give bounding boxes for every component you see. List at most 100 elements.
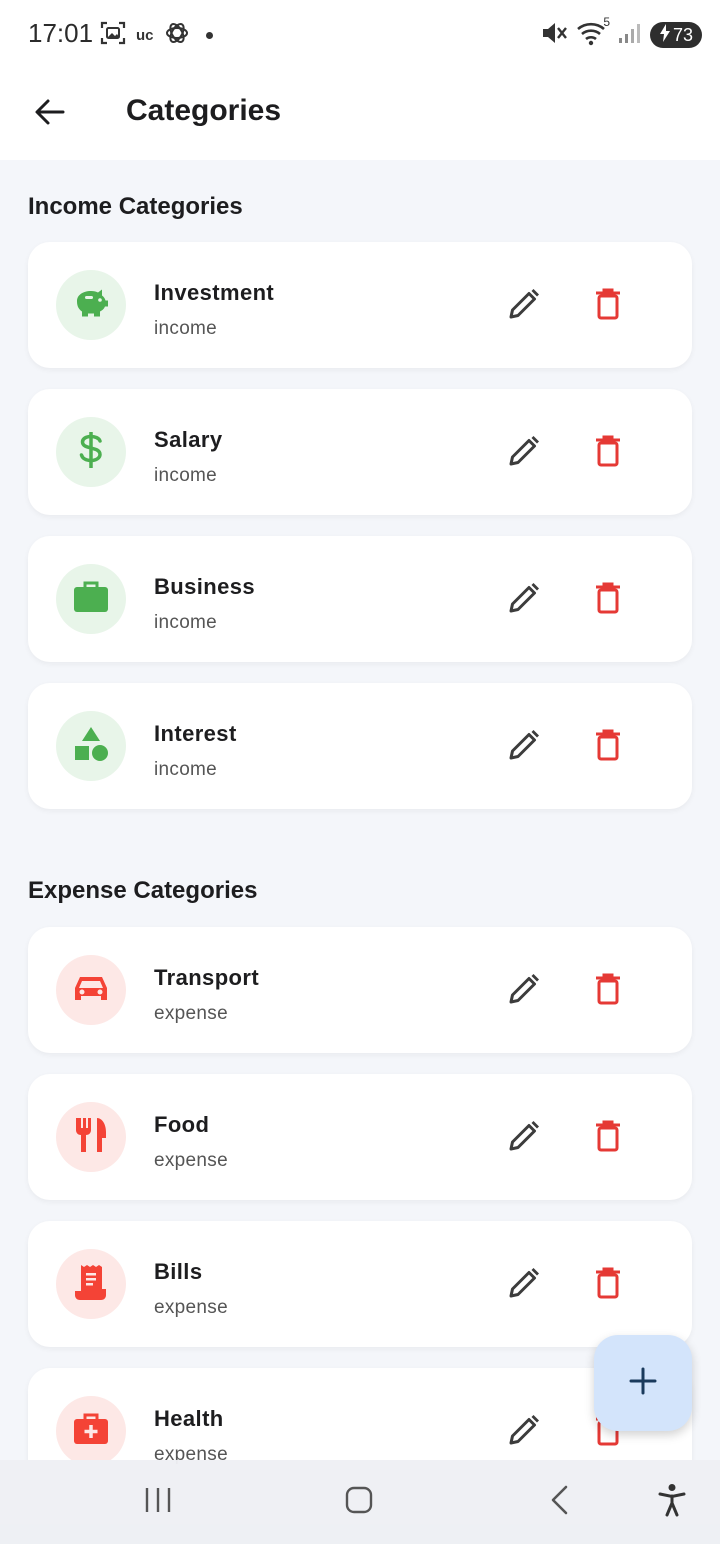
- edit-button[interactable]: [498, 1259, 550, 1311]
- delete-button[interactable]: [582, 965, 634, 1017]
- screenshot-icon: [100, 20, 126, 51]
- category-avatar: [56, 955, 126, 1025]
- edit-button[interactable]: [498, 721, 550, 773]
- trash-icon: [593, 287, 623, 326]
- category-type: expense: [154, 1297, 228, 1318]
- category-name: Salary: [154, 427, 223, 452]
- back-button[interactable]: [24, 88, 76, 140]
- wifi-band-label: 5: [603, 14, 610, 29]
- signal-icon: [618, 21, 642, 50]
- pencil-icon: [507, 1266, 541, 1305]
- pencil-icon: [507, 1413, 541, 1452]
- wifi-icon: 5: [576, 15, 610, 52]
- app-bar: Categories: [0, 70, 720, 160]
- edit-button[interactable]: [498, 574, 550, 626]
- trash-icon: [593, 434, 623, 473]
- delete-button[interactable]: [582, 1259, 634, 1311]
- category-avatar: [56, 417, 126, 487]
- category-name: Transport: [154, 965, 260, 990]
- category-card-salary[interactable]: Salary income: [28, 389, 692, 515]
- category-type: income: [154, 318, 218, 339]
- category-type: income: [154, 465, 218, 486]
- car-icon: [72, 971, 110, 1010]
- edit-button[interactable]: [498, 965, 550, 1017]
- category-name: Interest: [154, 721, 237, 746]
- status-bar: 17:01 uc 5 73: [0, 0, 720, 70]
- pencil-icon: [507, 581, 541, 620]
- pencil-icon: [507, 728, 541, 767]
- notification-dot-icon: [205, 31, 213, 39]
- battery-indicator: 73: [650, 22, 702, 48]
- pencil-icon: [507, 287, 541, 326]
- category-type: expense: [154, 1150, 228, 1171]
- accessibility-icon: [658, 1483, 686, 1522]
- system-nav-bar: [0, 1460, 720, 1544]
- restaurant-icon: [73, 1116, 109, 1159]
- dollar-icon: [73, 430, 109, 475]
- trash-icon: [593, 972, 623, 1011]
- delete-button[interactable]: [582, 721, 634, 773]
- delete-button[interactable]: [582, 280, 634, 332]
- pencil-icon: [507, 972, 541, 1011]
- edit-button[interactable]: [498, 427, 550, 479]
- category-type: income: [154, 759, 218, 780]
- trash-icon: [593, 728, 623, 767]
- category-card-bills[interactable]: Bills expense: [28, 1221, 692, 1347]
- category-avatar: [56, 1249, 126, 1319]
- plus-icon: [628, 1366, 658, 1401]
- status-icons-right: 5 73: [540, 15, 702, 52]
- home-icon: [344, 1485, 374, 1520]
- edit-button[interactable]: [498, 280, 550, 332]
- delete-button[interactable]: [582, 427, 634, 479]
- expense-section-title: Expense Categories: [28, 877, 258, 904]
- pencil-icon: [507, 1119, 541, 1158]
- category-card-investment[interactable]: Investment income: [28, 242, 692, 368]
- category-avatar: [56, 1396, 126, 1466]
- status-icons-left: uc: [100, 20, 213, 50]
- category-name: Investment: [154, 280, 275, 305]
- chevron-left-icon: [548, 1484, 572, 1521]
- category-card-food[interactable]: Food expense: [28, 1074, 692, 1200]
- category-avatar: [56, 1102, 126, 1172]
- recent-apps-button[interactable]: [136, 1480, 180, 1524]
- category-name: Bills: [154, 1259, 203, 1284]
- accessibility-button[interactable]: [650, 1480, 694, 1524]
- category-name: Health: [154, 1406, 224, 1431]
- category-name: Food: [154, 1112, 210, 1137]
- receipt-icon: [73, 1263, 109, 1306]
- charging-icon: [659, 23, 671, 47]
- uc-label: uc: [136, 26, 154, 44]
- trash-icon: [593, 1266, 623, 1305]
- income-section-title: Income Categories: [28, 193, 243, 220]
- category-type: income: [154, 612, 218, 633]
- category-avatar: [56, 564, 126, 634]
- delete-button[interactable]: [582, 574, 634, 626]
- edit-button[interactable]: [498, 1112, 550, 1164]
- category-card-business[interactable]: Business income: [28, 536, 692, 662]
- mute-icon: [540, 19, 568, 52]
- recent-apps-icon: [143, 1486, 173, 1519]
- category-card-interest[interactable]: Interest income: [28, 683, 692, 809]
- briefcase-icon: [72, 579, 110, 620]
- page-title: Categories: [126, 94, 282, 127]
- shapes-icon: [72, 725, 110, 768]
- home-button[interactable]: [337, 1480, 381, 1524]
- edit-button[interactable]: [498, 1406, 550, 1458]
- status-time: 17:01: [28, 18, 94, 48]
- trash-icon: [593, 581, 623, 620]
- category-avatar: [56, 711, 126, 781]
- trash-icon: [593, 1119, 623, 1158]
- category-name: Business: [154, 574, 256, 599]
- arrow-left-icon: [33, 95, 67, 134]
- openai-icon: [164, 20, 190, 51]
- pencil-icon: [507, 434, 541, 473]
- delete-button[interactable]: [582, 1112, 634, 1164]
- category-avatar: [56, 270, 126, 340]
- system-back-button[interactable]: [538, 1480, 582, 1524]
- battery-level: 73: [672, 24, 694, 45]
- category-card-transport[interactable]: Transport expense: [28, 927, 692, 1053]
- category-type: expense: [154, 1003, 228, 1024]
- add-category-button[interactable]: [594, 1335, 692, 1431]
- medical-kit-icon: [72, 1411, 110, 1452]
- piggy-bank-icon: [71, 283, 111, 328]
